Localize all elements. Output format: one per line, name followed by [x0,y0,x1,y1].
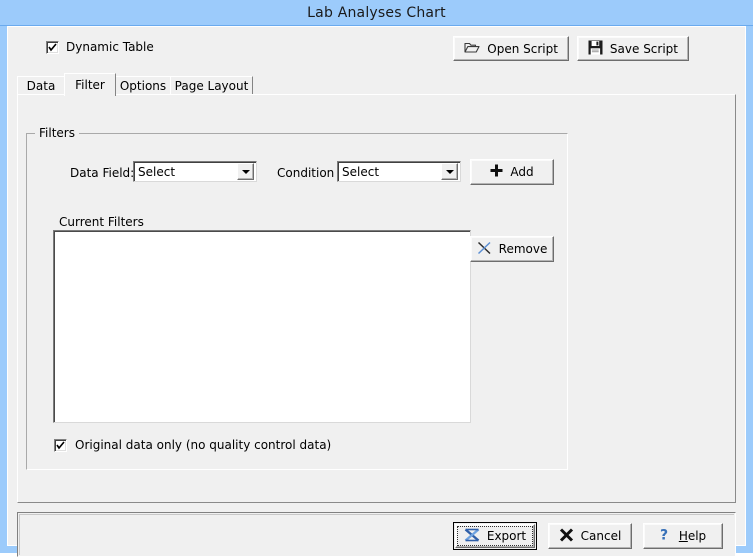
current-filters-listbox[interactable] [53,230,471,423]
data-field-label: Data Field: [70,166,135,180]
tab-filter[interactable]: Filter [64,73,116,96]
condition-label: Condition [277,166,335,180]
dialog-footer: Export Cancel ? Help [17,512,736,557]
condition-select[interactable]: Select [337,161,461,182]
save-script-button[interactable]: Save Script [576,36,689,61]
remove-filter-button[interactable]: Remove [470,236,554,262]
dynamic-table-label: Dynamic Table [66,40,154,54]
cancel-label: Cancel [580,529,622,543]
data-field-select[interactable]: Select [133,161,257,182]
dialog-client-area: Dynamic Table Open Script Save Script Da… [7,26,746,557]
tab-page-layout[interactable]: Page Layout [170,76,253,95]
window-title: Lab Analyses Chart [307,4,446,21]
help-label: Help [679,529,706,543]
floppy-disk-icon [588,40,603,58]
open-script-button[interactable]: Open Script [453,36,569,61]
svg-text:?: ? [660,528,668,543]
tab-page-layout-label: Page Layout [174,79,249,93]
footer-button-group: Export Cancel ? Help [453,522,723,550]
current-filters-list [54,231,470,235]
script-button-group: Open Script Save Script [453,36,689,61]
chevron-down-icon[interactable] [441,163,458,180]
tab-options-label: Options [119,79,167,93]
remove-filter-label: Remove [498,242,548,256]
help-accel-char: H [678,529,688,543]
original-data-only-label: Original data only (no quality control d… [75,438,332,452]
tab-data[interactable]: Data [17,76,65,95]
plus-icon [490,164,503,180]
tab-options[interactable]: Options [115,76,171,95]
filters-group-box: Filters Data Field: Select Condition Sel… [26,127,569,471]
open-script-label: Open Script [487,41,558,56]
original-data-only-checkbox[interactable]: Original data only (no quality control d… [54,438,331,452]
top-toolbar: Dynamic Table Open Script Save Script [8,27,745,73]
export-button[interactable]: Export [453,522,537,550]
x-bold-icon [559,527,574,545]
filter-tab-page: Filters Data Field: Select Condition Sel… [17,94,736,503]
question-mark-icon: ? [660,527,672,545]
tab-strip: Data Filter Options Page Layout [17,73,736,96]
add-filter-button[interactable]: Add [470,159,554,185]
help-label-rest: elp [687,529,707,543]
current-filters-label: Current Filters [59,215,144,229]
export-label: Export [486,529,527,543]
save-script-label: Save Script [609,41,678,56]
export-icon [464,528,480,545]
condition-value: Select [342,164,380,179]
open-folder-icon [464,41,480,57]
title-bar: Lab Analyses Chart [0,0,753,26]
chevron-down-icon[interactable] [237,163,254,180]
filters-group-title: Filters [35,127,79,140]
help-button[interactable]: ? Help [643,523,723,549]
application-window: Lab Analyses Chart Dynamic Table Open Sc… [0,0,753,557]
tab-filter-label: Filter [75,78,105,92]
add-filter-label: Add [510,165,534,179]
tab-data-label: Data [26,79,56,93]
checkmark-icon [46,40,59,54]
cancel-button[interactable]: Cancel [548,523,632,549]
dynamic-table-checkbox[interactable]: Dynamic Table [46,40,154,54]
checkmark-icon [54,438,67,452]
data-field-value: Select [138,164,176,179]
x-mark-icon [477,241,492,258]
